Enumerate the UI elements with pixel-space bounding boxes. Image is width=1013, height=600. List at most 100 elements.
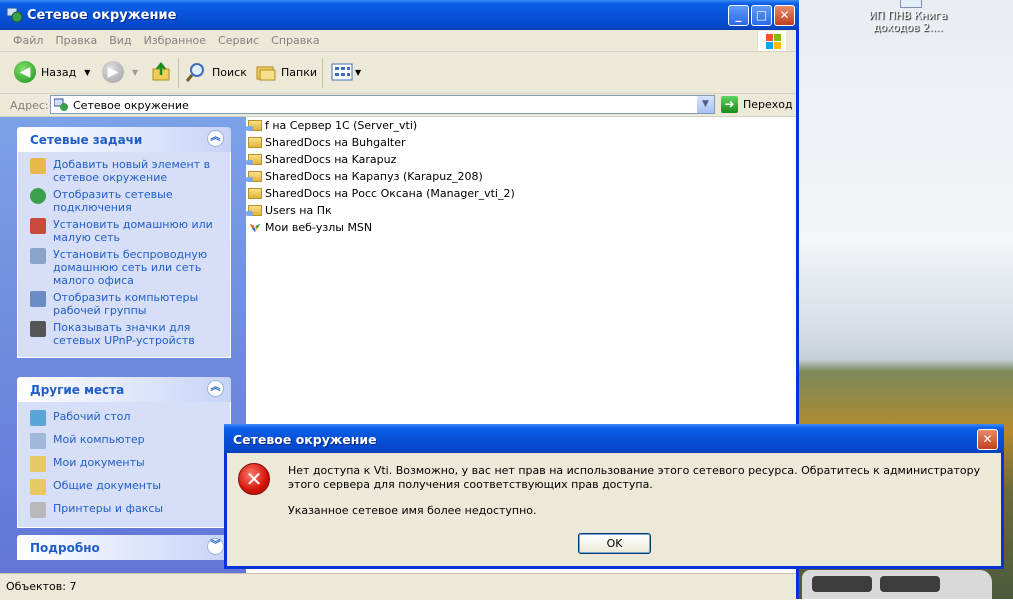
forward-button[interactable]: ▶ ▼ [102, 60, 138, 84]
network-tasks-list: Добавить новый элемент в сетевое окружен… [17, 152, 231, 358]
address-value: Сетевое окружение [73, 99, 189, 112]
other-places-list: Рабочий стол Мой компьютер Мои документы… [17, 402, 231, 528]
menu-tools[interactable]: Сервис [212, 30, 265, 51]
task-label: Добавить новый элемент в сетевое окружен… [53, 158, 211, 184]
go-label: Переход [743, 98, 793, 111]
place-my-documents[interactable]: Мои документы [30, 456, 222, 472]
task-label: Отобразить компьютеры рабочей группы [53, 291, 199, 317]
network-places-icon [6, 7, 23, 23]
network-tasks-header[interactable]: Сетевые задачи ︽ [17, 127, 231, 152]
dialog-message: Нет доступа к Vti. Возможно, у вас нет п… [288, 464, 981, 491]
other-places-header[interactable]: Другие места ︽ [17, 377, 231, 402]
details-title: Подробно [30, 541, 100, 555]
upnp-device-icon [30, 321, 46, 337]
place-desktop[interactable]: Рабочий стол [30, 410, 222, 426]
list-item[interactable]: SharedDocs на Росс Оксана (Manager_vti_2… [246, 185, 515, 202]
chevron-down-icon[interactable]: ▼ [132, 68, 138, 77]
toolbar-separator [178, 58, 179, 88]
shared-folder-icon [248, 137, 262, 148]
back-label: Назад [41, 65, 77, 79]
details-header[interactable]: Подробно ︾ [17, 535, 231, 560]
close-button[interactable]: ✕ [774, 5, 795, 26]
task-home-network[interactable]: Установить домашнюю или малую сеть [30, 218, 222, 244]
item-label: SharedDocs на Росс Оксана (Manager_vti_2… [265, 187, 515, 200]
item-label: SharedDocs на Karapuz [265, 153, 397, 166]
menu-bar: Файл Правка Вид Избранное Сервис Справка [0, 30, 796, 52]
address-dropdown-button[interactable]: ▼ [696, 96, 714, 113]
forward-arrow-icon: ▶ [102, 61, 124, 83]
details-panel: Подробно ︾ [17, 535, 231, 560]
error-icon: ✕ [238, 463, 270, 495]
views-button[interactable]: ▼ [331, 60, 361, 84]
menu-favorites[interactable]: Избранное [138, 30, 212, 51]
list-item[interactable]: SharedDocs на Karapuz [246, 151, 396, 168]
shared-folder-icon [248, 188, 262, 199]
folders-button[interactable]: Папки [255, 60, 317, 84]
list-item[interactable]: SharedDocs на Buhgalter [246, 134, 406, 151]
item-label: f на Сервер 1С (Server_vti) [265, 119, 418, 132]
error-dialog: Сетевое окружение ✕ ✕ Нет доступа к Vti.… [224, 424, 1004, 569]
network-share-icon [246, 205, 262, 216]
list-item[interactable]: Users на Пк [246, 202, 332, 219]
back-button[interactable]: ◀ Назад ▼ [14, 60, 90, 84]
search-icon [185, 63, 204, 82]
go-button[interactable]: ➜ Переход [721, 96, 793, 113]
up-folder-button[interactable] [151, 60, 173, 84]
network-connections-icon [30, 188, 46, 204]
task-workgroup-computers[interactable]: Отобразить компьютеры рабочей группы [30, 291, 222, 317]
item-label: SharedDocs на Buhgalter [265, 136, 406, 149]
back-arrow-icon: ◀ [14, 61, 36, 83]
task-wireless-network[interactable]: Установить беспроводную домашнюю сеть ил… [30, 248, 222, 287]
network-share-icon [246, 171, 262, 182]
views-icon [331, 63, 353, 81]
address-field[interactable]: Сетевое окружение ▼ [50, 95, 715, 114]
desktop-icon-label[interactable]: ИП ПНВ Книга доходов 2.... [866, 10, 950, 34]
shared-documents-icon [30, 479, 46, 495]
collapse-icon[interactable]: ︽ [207, 130, 224, 147]
place-label: Мои документы [53, 456, 145, 469]
task-upnp-devices[interactable]: Показывать значки для сетевых UPnP-устро… [30, 321, 222, 347]
chevron-down-icon[interactable]: ▼ [355, 68, 361, 77]
printer-icon [30, 502, 46, 518]
menu-view[interactable]: Вид [103, 30, 137, 51]
menu-file[interactable]: Файл [0, 30, 49, 51]
task-network-connections[interactable]: Отобразить сетевые подключения [30, 188, 222, 214]
ok-button[interactable]: OK [578, 533, 651, 554]
document-icon[interactable] [900, 0, 922, 8]
place-shared-documents[interactable]: Общие документы [30, 479, 222, 495]
place-printers-faxes[interactable]: Принтеры и факсы [30, 502, 222, 518]
network-share-icon [246, 154, 262, 165]
list-item[interactable]: SharedDocs на Карапуз (Karapuz_208) [246, 168, 483, 185]
title-bar[interactable]: Сетевое окружение _ □ ✕ [0, 0, 799, 30]
item-label: SharedDocs на Карапуз (Karapuz_208) [265, 170, 483, 183]
status-text: Объектов: 7 [6, 580, 77, 593]
other-places-panel: Другие места ︽ Рабочий стол Мой компьюте… [17, 377, 231, 528]
toolbar-separator [322, 58, 323, 88]
toolbar: ◀ Назад ▼ ▶ ▼ Поиск Папки ▼ [0, 52, 796, 94]
menu-edit[interactable]: Правка [49, 30, 103, 51]
place-label: Рабочий стол [53, 410, 131, 423]
dialog-title-bar[interactable]: Сетевое окружение ✕ [224, 424, 1004, 453]
wireless-network-icon [30, 248, 46, 264]
maximize-button[interactable]: □ [751, 5, 772, 26]
task-label: Установить домашнюю или малую сеть [53, 218, 213, 244]
msn-butterfly-icon [249, 223, 261, 233]
dialog-title: Сетевое окружение [233, 432, 377, 447]
collapse-icon[interactable]: ︽ [207, 380, 224, 397]
search-button[interactable]: Поиск [185, 60, 247, 84]
task-add-network-place[interactable]: Добавить новый элемент в сетевое окружен… [30, 158, 222, 184]
expand-icon[interactable]: ︾ [207, 538, 224, 555]
desktop-icon [30, 410, 46, 426]
menu-help[interactable]: Справка [265, 30, 325, 51]
place-my-computer[interactable]: Мой компьютер [30, 433, 222, 449]
network-tasks-title: Сетевые задачи [30, 133, 143, 147]
task-label: Установить беспроводную домашнюю сеть ил… [53, 248, 208, 287]
dialog-close-button[interactable]: ✕ [977, 429, 998, 450]
list-item[interactable]: Мои веб-узлы MSN [246, 219, 372, 236]
list-item[interactable]: f на Сервер 1С (Server_vti) [246, 117, 417, 134]
folders-label: Папки [281, 65, 317, 79]
chevron-down-icon[interactable]: ▼ [84, 68, 90, 77]
window-title: Сетевое окружение [27, 8, 177, 23]
network-tasks-panel: Сетевые задачи ︽ Добавить новый элемент … [17, 127, 231, 358]
minimize-button[interactable]: _ [728, 5, 749, 26]
